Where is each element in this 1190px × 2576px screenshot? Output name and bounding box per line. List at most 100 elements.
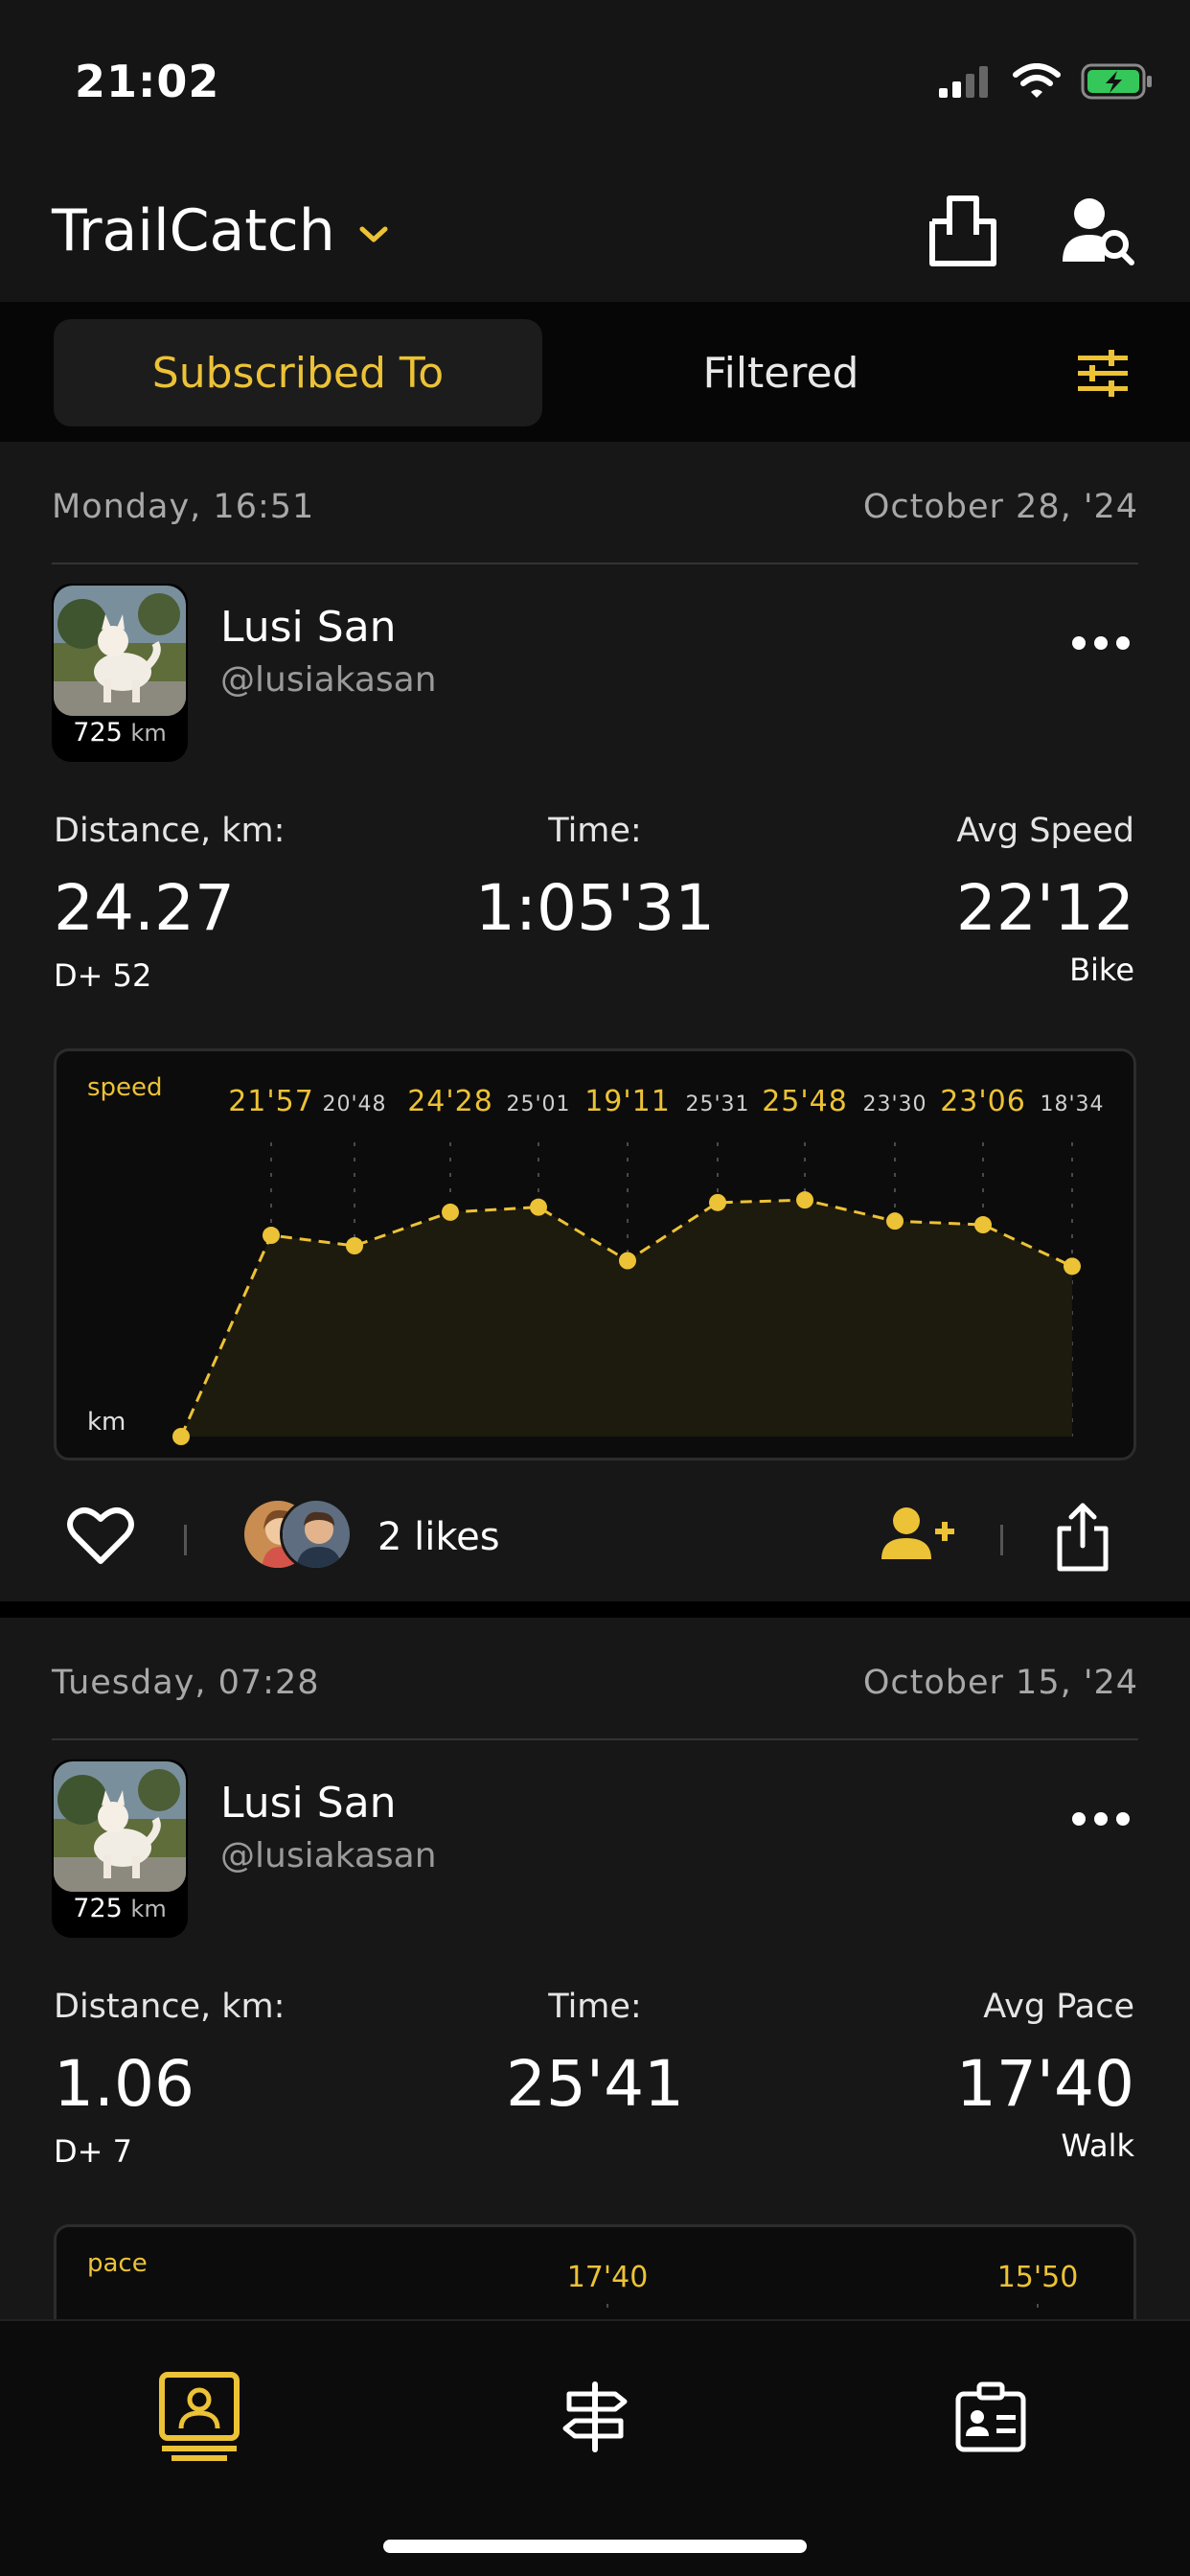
avg-pace-label: Avg Pace (983, 1988, 1134, 2026)
status-time: 21:02 (75, 56, 220, 107)
avg-pace-value: 17'40 (955, 2047, 1134, 2121)
chart-point (619, 1252, 636, 1270)
more-options-button[interactable] (1058, 624, 1144, 662)
status-icons (937, 63, 1154, 100)
like-button[interactable] (67, 1506, 134, 1573)
elevation-gain: D+ 7 (54, 2133, 132, 2170)
add-user-button[interactable] (881, 1506, 958, 1573)
chart-point (886, 1212, 904, 1230)
user-handle: @lusiakasan (220, 660, 437, 700)
speed-chart-svg: speed km 21'57 20'48 24'28 25'01 19'11 25'31 25'… (87, 1073, 1104, 1445)
dog-photo-icon (54, 1761, 186, 1892)
find-people-button[interactable] (1058, 190, 1140, 272)
card-actions: 2 likes (0, 1486, 1190, 1592)
chart-y-label: speed (87, 1073, 163, 1102)
chart-top-label: 23'30 (862, 1092, 927, 1116)
avatar (54, 586, 186, 716)
sliders-icon (1078, 350, 1128, 397)
chart-point (709, 1193, 726, 1211)
add-user-icon (881, 1507, 954, 1559)
filter-button[interactable] (1069, 340, 1136, 407)
chart-top-label: 25'31 (685, 1092, 749, 1116)
activity-card: Tuesday, 07:28 October 15, '24 725 km Lu… (0, 1618, 1190, 2319)
chart-point (263, 1227, 280, 1245)
chart-point (442, 1203, 459, 1221)
user-name[interactable]: Lusi San (220, 1779, 397, 1828)
chart-y-label: pace (87, 2249, 148, 2278)
chart-top-label: 21'57 (228, 1085, 314, 1118)
chart-point (1064, 1257, 1081, 1276)
day-time: Tuesday, 07:28 (52, 1664, 320, 1702)
upload-box-icon (929, 196, 996, 266)
bottom-nav (0, 2319, 1190, 2576)
pace-chart-svg: pace 17'40 15'50 (87, 2249, 1079, 2319)
card-date-row: Monday, 16:51 October 28, '24 (52, 488, 1138, 564)
wifi-icon (1013, 63, 1061, 98)
share-button[interactable] (1054, 1500, 1121, 1576)
pace-chart[interactable]: pace 17'40 15'50 (54, 2224, 1136, 2319)
chart-top-label: 20'48 (322, 1092, 386, 1116)
heart-icon (67, 1507, 134, 1564)
day-time: Monday, 16:51 (52, 488, 315, 526)
likes-count[interactable]: 2 likes (378, 1515, 500, 1559)
elevation-gain: D+ 52 (54, 957, 152, 994)
app-title: TrailCatch (52, 197, 335, 264)
user-avatar-badge[interactable]: 725 km (52, 584, 188, 762)
tab-filtered[interactable]: Filtered (556, 319, 1006, 426)
chart-point (796, 1191, 813, 1209)
post-date: October 28, '24 (862, 488, 1138, 526)
chart-point (530, 1198, 547, 1216)
status-bar: 21:02 (0, 0, 1190, 163)
speed-chart[interactable]: speed km 21'57 20'48 24'28 25'01 19'11 25'31 25'… (54, 1048, 1136, 1460)
chevron-down-icon (359, 226, 388, 242)
post-date: October 15, '24 (862, 1664, 1138, 1702)
liker-avatar (280, 1498, 353, 1571)
chart-top-label: 15'50 (997, 2261, 1079, 2294)
app-header: TrailCatch (0, 163, 1190, 302)
chart-top-label: 17'40 (567, 2261, 649, 2294)
avatar (54, 1761, 186, 1892)
signpost-icon (562, 2381, 628, 2452)
id-badge-icon (955, 2381, 1026, 2452)
dog-photo-icon (54, 586, 186, 716)
separator (1000, 1525, 1003, 1555)
upload-button[interactable] (922, 190, 1004, 272)
app-title-switcher[interactable]: TrailCatch (52, 197, 389, 264)
more-icon (1072, 636, 1086, 650)
avatar-total-km: 725 km (73, 1894, 167, 1923)
battery-charging-icon (1081, 63, 1152, 100)
share-icon (1057, 1503, 1109, 1572)
user-avatar-badge[interactable]: 725 km (52, 1760, 188, 1938)
signal-icon (939, 66, 988, 98)
card-date-row: Tuesday, 07:28 October 15, '24 (52, 1664, 1138, 1740)
user-name[interactable]: Lusi San (220, 603, 397, 652)
more-icon (1072, 1812, 1086, 1826)
nav-routes[interactable] (538, 2359, 652, 2474)
avg-speed-value: 22'12 (955, 871, 1134, 945)
chart-top-label: 19'11 (584, 1085, 671, 1118)
activity-type: Bike (1069, 952, 1134, 988)
more-options-button[interactable] (1058, 1800, 1144, 1838)
chart-top-label: 25'01 (506, 1092, 570, 1116)
nav-profile[interactable] (933, 2359, 1048, 2474)
chart-point (974, 1216, 992, 1234)
chart-top-label: 18'34 (1040, 1092, 1104, 1116)
chart-top-label: 24'28 (407, 1085, 493, 1118)
profile-card-icon (159, 2372, 240, 2461)
chart-top-label: 25'48 (762, 1085, 848, 1118)
avatar-total-km: 725 km (73, 718, 167, 748)
card-divider (0, 1601, 1190, 1618)
separator (184, 1525, 187, 1555)
avg-speed-label: Avg Speed (956, 812, 1134, 850)
chart-x-label: km (87, 1408, 126, 1437)
nav-feed[interactable] (142, 2359, 257, 2474)
feed-tabs: Subscribed To Filtered (0, 302, 1190, 442)
tab-subscribed-to[interactable]: Subscribed To (54, 319, 542, 426)
chart-point (172, 1428, 190, 1445)
likers-avatars[interactable] (241, 1498, 356, 1575)
user-search-icon (1063, 198, 1134, 265)
activity-type: Walk (1061, 2128, 1134, 2164)
activity-card: Monday, 16:51 October 28, '24 725 km Lus… (0, 442, 1190, 1601)
chart-top-label: 23'06 (940, 1085, 1026, 1118)
home-indicator (383, 2540, 807, 2553)
